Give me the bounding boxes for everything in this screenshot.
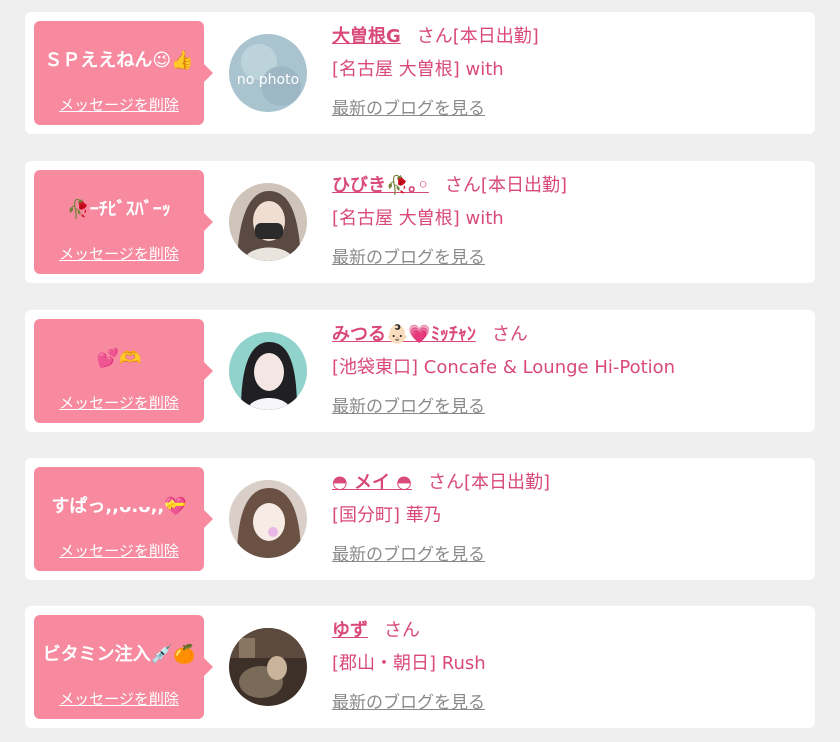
honorific: さん [491, 324, 528, 345]
shop-label: [名古屋 大曽根] with [332, 208, 504, 229]
profile-photo-icon [229, 183, 307, 261]
shop-label: [名古屋 大曽根] with [332, 59, 504, 80]
message-card: 🥀ｰﾁﾋﾞｽﾊﾞｰｯ メッセージを削除 ひびき🥀｡◦ さん[本日出勤] [名古屋 … [25, 161, 815, 283]
latest-blog-link[interactable]: 最新のブログを見る [332, 243, 485, 268]
delete-message-link[interactable]: メッセージを削除 [34, 392, 204, 413]
shift-status: [本日出勤] [452, 26, 539, 47]
avatar[interactable] [229, 628, 307, 706]
cast-name-link[interactable]: ゆず [332, 620, 368, 641]
shift-status: [本日出勤] [463, 472, 550, 493]
profile-photo-icon [229, 480, 307, 558]
message-text: ＳＰええねん😉👍 [44, 50, 194, 71]
message-text: ビタミン注入💉🍊 [42, 644, 196, 665]
avatar[interactable] [229, 183, 307, 261]
honorific: さん [444, 175, 481, 196]
message-card: 💕🫶 メッセージを削除 みつる👶🏻💗ﾐｯﾁｬﾝ さん [池袋東口] Concafe… [25, 310, 815, 432]
message-list: ＳＰええねん😉👍 メッセージを削除 no photo 大曽根G さん[本日出勤] … [0, 0, 840, 742]
honorific: さん [427, 472, 464, 493]
cast-name-link[interactable]: ◓ メイ ◓ [332, 472, 412, 493]
delete-message-link[interactable]: メッセージを削除 [34, 243, 204, 264]
message-bubble: 💕🫶 メッセージを削除 [34, 319, 213, 423]
delete-message-link[interactable]: メッセージを削除 [34, 94, 204, 115]
honorific: さん [384, 620, 420, 641]
avatar-text: no photo [237, 72, 299, 88]
message-bubble: すぱっ,,ᴗ.ᴗ,,💝 メッセージを削除 [34, 467, 213, 571]
shop-label: [池袋東口] Concafe & Lounge Hi-Potion [332, 357, 676, 378]
avatar[interactable] [229, 332, 307, 410]
cast-name-link[interactable]: ひびき🥀｡◦ [332, 175, 429, 196]
message-bubble: 🥀ｰﾁﾋﾞｽﾊﾞｰｯ メッセージを削除 [34, 170, 213, 274]
latest-blog-link[interactable]: 最新のブログを見る [332, 540, 485, 565]
message-bubble: ビタミン注入💉🍊 メッセージを削除 [34, 615, 213, 719]
message-text: 🥀ｰﾁﾋﾞｽﾊﾞｰｯ [67, 199, 171, 220]
shop-label: [郡山・朝日] Rush [332, 653, 486, 674]
message-bubble: ＳＰええねん😉👍 メッセージを削除 [34, 21, 213, 125]
cast-name-link[interactable]: みつる👶🏻💗ﾐｯﾁｬﾝ [332, 324, 476, 345]
message-text: 💕🫶 [96, 348, 142, 369]
delete-message-link[interactable]: メッセージを削除 [34, 688, 204, 709]
message-card: すぱっ,,ᴗ.ᴗ,,💝 メッセージを削除 ◓ メイ ◓ さん[本日出勤] [国分町… [25, 458, 815, 580]
delete-message-link[interactable]: メッセージを削除 [34, 540, 204, 561]
avatar[interactable]: no photo [229, 34, 307, 112]
cast-name-link[interactable]: 大曽根G [332, 26, 401, 47]
profile-photo-icon [229, 332, 307, 410]
shop-label: [国分町] 華乃 [332, 505, 442, 526]
shift-status: [本日出勤] [480, 175, 567, 196]
profile-photo-icon [229, 628, 307, 706]
no-photo-placeholder-icon: no photo [229, 34, 307, 112]
latest-blog-link[interactable]: 最新のブログを見る [332, 94, 485, 119]
message-text: すぱっ,,ᴗ.ᴗ,,💝 [51, 496, 187, 517]
avatar[interactable] [229, 480, 307, 558]
honorific: さん [416, 26, 453, 47]
latest-blog-link[interactable]: 最新のブログを見る [332, 688, 485, 713]
message-card: ＳＰええねん😉👍 メッセージを削除 no photo 大曽根G さん[本日出勤] … [25, 12, 815, 134]
latest-blog-link[interactable]: 最新のブログを見る [332, 392, 485, 417]
message-card: ビタミン注入💉🍊 メッセージを削除 ゆず さん [郡山・朝日] Rush 最新のブ… [25, 606, 815, 728]
